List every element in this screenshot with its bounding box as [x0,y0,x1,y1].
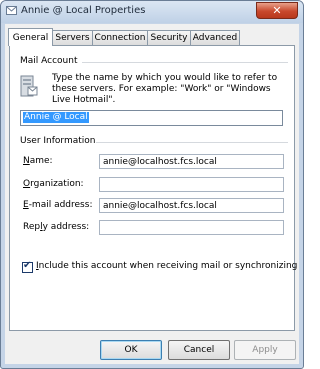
organization-field[interactable] [99,177,284,192]
tab-advanced[interactable]: Advanced [190,30,240,45]
app-icon [6,6,17,15]
properties-dialog: Annie @ Local Properties ✕ General Serve… [0,0,304,369]
ok-button[interactable]: OK [100,340,162,360]
reply-address-label: Reply address: [23,222,90,232]
email-address-field[interactable]: annie@localhost.fcs.local [99,198,284,213]
tab-servers[interactable]: Servers [52,30,93,45]
email-address-label: E-mail address: [23,200,93,210]
organization-label: Organization: [23,179,84,189]
mail-account-heading: Mail Account [20,56,78,66]
user-information-heading: User Information [20,136,96,146]
dialog-client-area: General Servers Connection Security Adva… [5,24,299,364]
include-account-checkbox[interactable]: ✔ [22,260,33,273]
name-field[interactable]: annie@localhost.fcs.local [99,154,284,169]
tab-general[interactable]: General [8,28,53,46]
account-name-input[interactable]: Annie @ Local [20,110,283,126]
account-name-value: Annie @ Local [23,112,89,123]
cancel-button[interactable]: Cancel [168,340,230,360]
server-icon [20,75,38,97]
general-tab-panel: Mail Account Type the name by which you … [9,45,297,331]
checkmark-icon: ✔ [23,260,32,271]
mail-account-description: Type the name by which you would like to… [52,73,278,105]
tab-security[interactable]: Security [147,30,191,45]
title-bar[interactable]: Annie @ Local Properties ✕ [1,1,303,23]
name-label: Name: [23,156,53,166]
include-account-label[interactable]: Include this account when receiving mail… [36,261,297,271]
reply-address-field[interactable] [99,220,284,235]
tab-connection[interactable]: Connection [92,30,148,45]
user-information-divider [96,142,288,143]
close-button[interactable]: ✕ [256,2,298,19]
mail-account-divider [82,62,288,63]
window-title: Annie @ Local Properties [21,5,146,16]
apply-button[interactable]: Apply [234,340,296,360]
